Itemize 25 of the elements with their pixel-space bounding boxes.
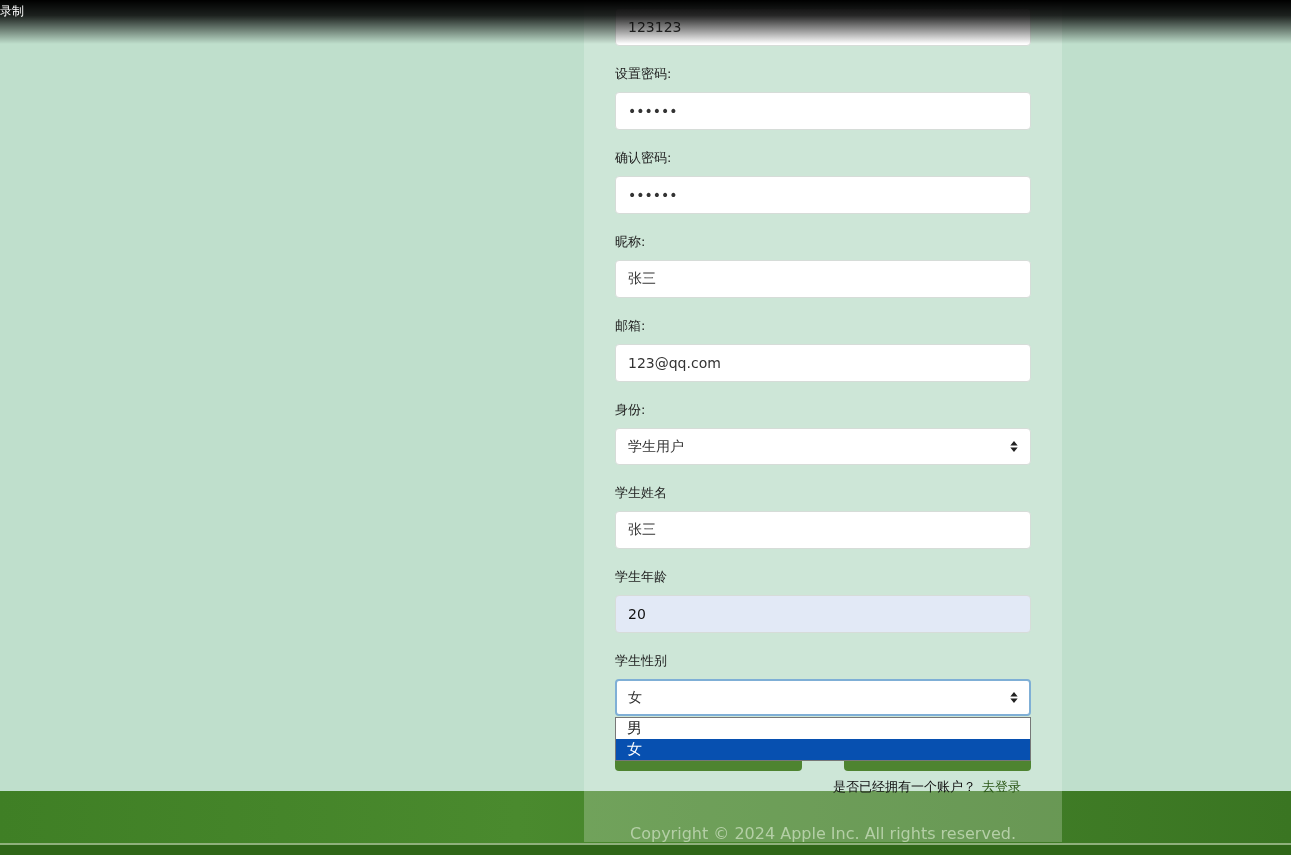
field-label: 学生姓名 [615,484,668,502]
input-field[interactable]: 张三 [615,260,1031,298]
input-field[interactable]: 123123 [615,8,1031,46]
select-field[interactable]: 女 [615,679,1031,716]
field-label: 确认密码: [615,149,673,167]
sort-arrows-icon [1010,441,1018,452]
field-label: 学生年龄 [615,568,668,586]
dropdown-option[interactable]: 男 [616,718,1030,739]
copyright-text: Copyright © 2024 Apple Inc. All rights reserved. [629,824,1017,844]
input-field[interactable]: •••••• [615,176,1031,214]
input-field[interactable]: 20 [615,595,1031,633]
field-label: 学生性别 [615,652,668,670]
login-link[interactable]: 去登录 [982,778,1021,796]
recorder-label: 录制 [0,3,24,19]
input-field[interactable]: •••••• [615,92,1031,130]
field-label: 昵称: [615,233,647,251]
field-label: 设置密码: [615,65,673,83]
select-field[interactable]: 学生用户 [615,428,1031,465]
field-label: 邮箱: [615,317,647,335]
sort-arrows-icon [1010,692,1018,703]
login-prompt: 是否已经拥有一个账户？ [833,778,976,796]
input-field[interactable]: 张三 [615,511,1031,549]
input-field[interactable]: 123@qq.com [615,344,1031,382]
field-label: 身份: [615,401,647,419]
dropdown-option[interactable]: 女 [616,739,1030,760]
